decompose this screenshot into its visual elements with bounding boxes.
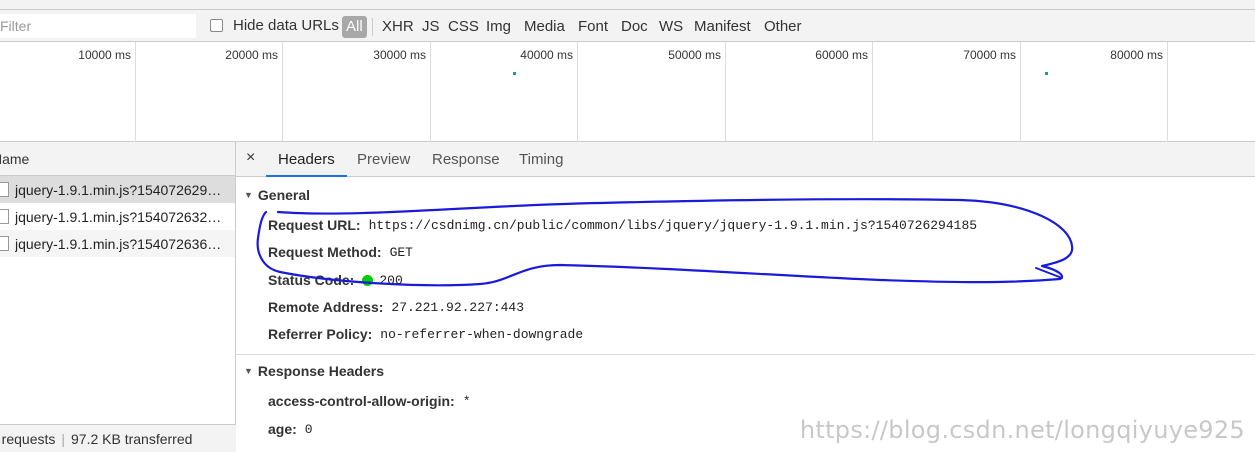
referrer-policy-value: no-referrer-when-downgrade [380,326,584,342]
tick-line [135,42,136,142]
request-list: Name jquery-1.9.1.min.js?1540726294185 j… [0,142,236,452]
tick-label: 30000 ms [373,48,426,62]
filter-manifest-button[interactable]: Manifest [694,16,751,38]
request-row[interactable]: jquery-1.9.1.min.js?1540726324185 [0,203,235,230]
tick-line [1167,42,1168,142]
tick-label: 80000 ms [1110,48,1163,62]
general-section-header[interactable]: ▼ General [244,187,310,203]
status-code-key: Status Code: [268,272,355,288]
network-status-bar: 3 requests | 97.2 KB transferred [0,424,236,452]
name-column-header[interactable]: Name [0,142,235,176]
tick-line [872,42,873,142]
hide-data-urls-label: Hide data URLs [233,17,339,34]
hide-data-urls-toggle[interactable]: Hide data URLs [210,17,339,34]
tick-line [725,42,726,142]
tick-label: 10000 ms [78,48,131,62]
status-code-row: Status Code: 200 [268,272,403,288]
age-row: age: 0 [268,421,313,437]
filter-bar: Hide data URLs All XHR JS CSS Img Media … [0,10,1255,42]
name-column-label: Name [0,151,30,167]
tick-line [282,42,283,142]
status-ok-icon [362,274,374,286]
network-overview[interactable]: 10000 ms 20000 ms 30000 ms 40000 ms 5000… [0,42,1255,142]
request-url-row: Request URL: https://csdnimg.cn/public/c… [268,217,977,233]
acao-key: access-control-allow-origin: [268,393,455,409]
divider: | [61,431,66,447]
response-headers-title: Response Headers [257,363,384,379]
request-name: jquery-1.9.1.min.js?1540726324185 [15,208,229,225]
filter-other-button[interactable]: Other [764,16,802,38]
request-details: × Headers Preview Response Timing ▼ Gene… [236,142,1255,452]
filter-ws-button[interactable]: WS [659,16,683,38]
details-tabbar: × Headers Preview Response Timing [236,142,1255,177]
filter-js-button[interactable]: JS [422,16,440,38]
tick-label: 40000 ms [520,48,573,62]
tab-response[interactable]: Response [432,142,500,177]
request-name: jquery-1.9.1.min.js?1540726364185 [15,235,229,252]
remote-address-key: Remote Address: [268,299,384,315]
filter-css-button[interactable]: CSS [448,16,479,38]
transferred-size: 97.2 KB transferred [71,431,193,447]
filter-xhr-button[interactable]: XHR [382,16,414,38]
referrer-policy-key: Referrer Policy: [268,326,373,342]
request-blip [513,72,516,75]
file-icon [0,182,9,197]
request-method-value: GET [389,244,413,260]
filter-media-button[interactable]: Media [524,16,565,38]
watermark: https://blog.csdn.net/longqiyuye925 [799,416,1245,444]
filter-img-button[interactable]: Img [486,16,511,38]
triangle-down-icon: ▼ [244,366,253,376]
close-icon[interactable]: × [246,149,255,167]
general-title: General [257,187,311,203]
file-icon [0,209,9,224]
request-row[interactable]: jquery-1.9.1.min.js?1540726294185 [0,176,235,203]
triangle-down-icon: ▼ [244,190,253,200]
tick-line [430,42,431,142]
response-headers-section-header[interactable]: ▼ Response Headers [244,363,384,379]
remote-address-row: Remote Address: 27.221.92.227:443 [268,299,524,315]
status-code-value: 200 [379,272,403,288]
tick-line [577,42,578,142]
tab-preview[interactable]: Preview [357,142,410,177]
filter-font-button[interactable]: Font [578,16,608,38]
request-url-value: https://csdnimg.cn/public/common/libs/jq… [368,217,978,233]
filter-all-button[interactable]: All [342,16,367,38]
tick-label: 70000 ms [963,48,1016,62]
tab-timing[interactable]: Timing [519,142,563,177]
acao-value: * [462,393,471,409]
tick-label: 60000 ms [815,48,868,62]
request-row[interactable]: jquery-1.9.1.min.js?1540726364185 [0,230,235,257]
tab-headers[interactable]: Headers [266,142,347,177]
request-count: 3 requests [0,431,56,447]
acao-row: access-control-allow-origin: * [268,393,471,409]
tick-label: 20000 ms [225,48,278,62]
toolbar-strip [0,0,1255,10]
tick-label: 50000 ms [668,48,721,62]
divider [372,18,373,36]
request-blip [1045,72,1048,75]
request-url-key: Request URL: [268,217,361,233]
age-key: age: [268,421,297,437]
request-method-key: Request Method: [268,244,382,260]
tick-line [1020,42,1021,142]
request-method-row: Request Method: GET [268,244,413,260]
checkbox-icon[interactable] [210,19,223,32]
section-divider [236,354,1255,355]
remote-address-value: 27.221.92.227:443 [391,299,525,315]
referrer-policy-row: Referrer Policy: no-referrer-when-downgr… [268,326,583,342]
age-value: 0 [304,421,313,437]
file-icon [0,236,9,251]
filter-doc-button[interactable]: Doc [621,16,648,38]
request-name: jquery-1.9.1.min.js?1540726294185 [15,181,229,198]
filter-input[interactable] [0,14,196,38]
